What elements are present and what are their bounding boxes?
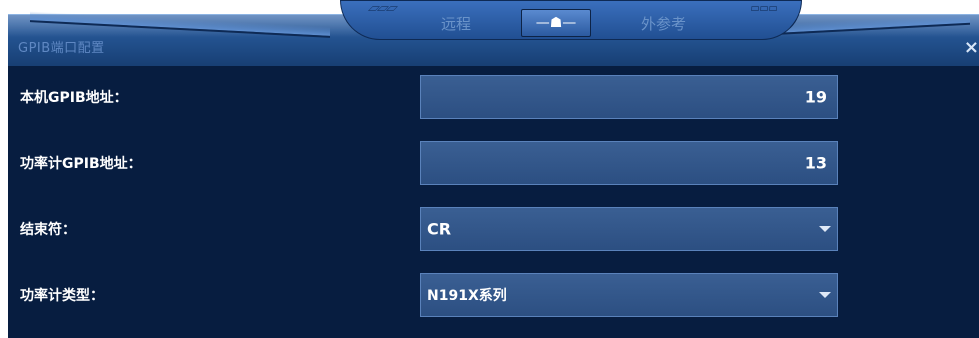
decor-stripes-right: ▱▱▱ <box>746 1 781 16</box>
tab-external-reference[interactable]: 外参考 <box>641 13 686 34</box>
terminator-label: 结束符： <box>20 222 76 238</box>
tab-remote[interactable]: 远程 <box>441 13 471 34</box>
terminator-value: CR <box>427 219 452 239</box>
terminator-select[interactable]: CR <box>420 207 838 251</box>
nav-strip: ▱▱▱ 远程 —☗— 外参考 ▱▱▱ <box>340 0 802 40</box>
window-title: GPIB端口配置 <box>18 41 105 56</box>
row-terminator: 结束符： CR <box>8 198 979 260</box>
row-local-gpib: 本机GPIB地址： 19 <box>8 66 979 128</box>
home-button[interactable]: —☗— <box>521 9 591 37</box>
gpib-config-window: GPIB端口配置 × ▱▱▱ 远程 —☗— 外参考 ▱▱▱ 本机GPIB地址： … <box>0 0 979 338</box>
meter-type-select[interactable]: N191X系列 <box>420 273 838 317</box>
row-meter-gpib: 功率计GPIB地址： 13 <box>8 132 979 194</box>
chevron-down-icon <box>819 292 831 298</box>
meter-gpib-value: 13 <box>804 153 827 173</box>
row-meter-type: 功率计类型： N191X系列 <box>8 264 979 326</box>
local-gpib-label: 本机GPIB地址： <box>20 90 128 106</box>
home-icon: —☗— <box>535 15 577 31</box>
config-panel: 本机GPIB地址： 19 功率计GPIB地址： 13 结束符： CR 功率计类型… <box>8 66 979 338</box>
local-gpib-field[interactable]: 19 <box>420 75 838 119</box>
chevron-down-icon <box>819 226 831 232</box>
meter-gpib-label: 功率计GPIB地址： <box>20 156 142 172</box>
meter-type-label: 功率计类型： <box>20 288 104 304</box>
decor-stripes-left: ▱▱▱ <box>365 1 400 16</box>
close-icon[interactable]: × <box>964 37 979 58</box>
meter-type-value: N191X系列 <box>427 288 507 304</box>
local-gpib-value: 19 <box>804 87 827 107</box>
meter-gpib-field[interactable]: 13 <box>420 141 838 185</box>
